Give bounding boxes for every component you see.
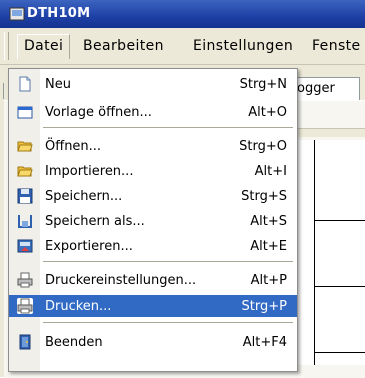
menu-item-label: Speichern als... bbox=[45, 214, 145, 229]
export-icon bbox=[17, 239, 33, 253]
open-folder-icon bbox=[17, 141, 33, 152]
menubar-grip bbox=[4, 32, 9, 60]
menu-fenster[interactable]: Fenste bbox=[312, 38, 361, 54]
menu-item-drucken[interactable]: Drucken... Strg+P bbox=[9, 295, 297, 317]
menu-item-speichern-als[interactable]: Speichern als... Alt+S bbox=[9, 210, 297, 232]
menu-separator bbox=[43, 127, 293, 128]
menu-item-shortcut: Strg+O bbox=[239, 139, 287, 154]
menu-item-vorlage-oeffnen[interactable]: Vorlage öffnen... Alt+O bbox=[9, 101, 297, 123]
menu-item-label: Neu bbox=[45, 77, 71, 92]
menu-item-label: Vorlage öffnen... bbox=[45, 105, 152, 120]
menu-item-shortcut: Strg+P bbox=[241, 299, 287, 314]
exit-door-icon bbox=[19, 334, 31, 350]
menu-item-importieren[interactable]: Importieren... Alt+I bbox=[9, 160, 297, 182]
title-bar[interactable]: DTH10M bbox=[0, 0, 365, 28]
menu-separator bbox=[43, 322, 293, 323]
menu-einstellungen[interactable]: Einstellungen bbox=[193, 38, 293, 54]
menu-bar: Datei Bearbeiten Einstellungen Fenste bbox=[0, 28, 365, 65]
import-folder-icon bbox=[17, 166, 33, 177]
new-document-icon bbox=[19, 76, 31, 92]
menu-item-label: Exportieren... bbox=[45, 239, 133, 254]
menu-separator bbox=[43, 261, 293, 262]
menu-item-shortcut: Alt+F4 bbox=[242, 335, 287, 350]
datei-menu-dropdown: Neu Strg+N Vorlage öffnen... Alt+O Öffne… bbox=[8, 68, 298, 372]
menu-item-shortcut: Alt+I bbox=[254, 164, 287, 179]
menu-item-label: Importieren... bbox=[45, 164, 134, 179]
menu-item-label: Drucken... bbox=[45, 299, 112, 314]
save-as-icon bbox=[18, 215, 32, 228]
menu-item-shortcut: Alt+P bbox=[250, 273, 287, 288]
grid-line bbox=[314, 352, 365, 353]
menu-item-shortcut: Strg+S bbox=[241, 189, 287, 204]
window-title: DTH10M bbox=[27, 6, 91, 21]
menu-item-shortcut: Alt+E bbox=[250, 239, 287, 254]
menu-item-label: Öffnen... bbox=[45, 139, 102, 154]
save-disk-icon bbox=[17, 188, 33, 204]
menu-item-label: Beenden bbox=[45, 335, 103, 350]
tab-logger[interactable]: ogger bbox=[292, 77, 360, 100]
menu-item-label: Druckereinstellungen... bbox=[45, 273, 197, 288]
menu-item-exportieren[interactable]: Exportieren... Alt+E bbox=[9, 235, 297, 257]
printer-settings-icon bbox=[17, 272, 33, 288]
template-icon bbox=[17, 106, 33, 119]
menu-item-label: Speichern... bbox=[45, 189, 123, 204]
grid-line bbox=[314, 140, 315, 365]
menu-item-neu[interactable]: Neu Strg+N bbox=[9, 73, 297, 95]
menu-datei[interactable]: Datei bbox=[17, 34, 71, 59]
printer-icon bbox=[17, 298, 33, 314]
menu-bearbeiten[interactable]: Bearbeiten bbox=[83, 38, 164, 54]
grid-line bbox=[314, 286, 365, 287]
menu-item-shortcut: Alt+O bbox=[248, 105, 287, 120]
menu-item-beenden[interactable]: Beenden Alt+F4 bbox=[9, 331, 297, 353]
menu-item-shortcut: Strg+N bbox=[239, 77, 287, 92]
app-icon bbox=[9, 7, 25, 21]
grid-line bbox=[314, 220, 365, 221]
data-grid[interactable] bbox=[296, 140, 365, 365]
menu-item-druckereinstellungen[interactable]: Druckereinstellungen... Alt+P bbox=[9, 269, 297, 291]
menu-item-speichern[interactable]: Speichern... Strg+S bbox=[9, 185, 297, 207]
menu-item-shortcut: Alt+S bbox=[250, 214, 287, 229]
menu-item-oeffnen[interactable]: Öffnen... Strg+O bbox=[9, 135, 297, 157]
